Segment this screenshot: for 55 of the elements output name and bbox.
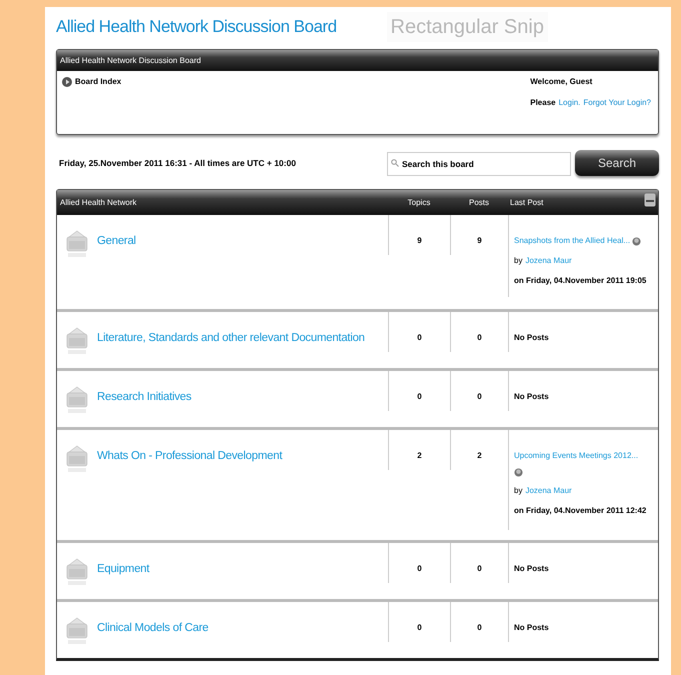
no-posts-text: No Posts xyxy=(514,333,549,342)
search-field[interactable]: Search this board xyxy=(387,152,571,176)
forum-link[interactable]: General xyxy=(97,229,136,250)
no-posts-text: No Posts xyxy=(514,623,549,632)
no-posts-text: No Posts xyxy=(514,564,549,573)
column-header: Last Post xyxy=(509,196,544,208)
forgot-login-link[interactable]: Forgot Your Login? xyxy=(583,97,651,109)
forum-link[interactable]: Literature, Standards and other relevant Documentation xyxy=(97,326,365,348)
topics-count: 2 xyxy=(417,450,422,462)
forum-link[interactable]: Equipment xyxy=(97,557,150,578)
topics-count: 0 xyxy=(417,563,422,575)
overlay-label: Rectangular Snip xyxy=(386,12,548,42)
login-link[interactable]: Login. xyxy=(558,97,580,109)
welcome-text: Welcome, Guest xyxy=(530,76,592,88)
forum-link[interactable]: Whats On - Professional Development xyxy=(97,444,282,466)
go-to-post-icon[interactable] xyxy=(514,468,523,477)
no-posts-text: No Posts xyxy=(514,392,549,401)
topics-count: 0 xyxy=(417,391,422,403)
by-label: by xyxy=(514,485,522,497)
posts-count: 0 xyxy=(477,332,482,344)
date-line: Friday, 25.November 2011 16:31 - All times are UTC + 10:00 xyxy=(59,156,296,170)
header-panel-title: Allied Health Network Discussion Board xyxy=(60,54,201,66)
column-header: Posts xyxy=(468,196,490,208)
by-label: by xyxy=(514,255,522,267)
last-post-link[interactable]: Upcoming Events Meetings 2012... xyxy=(514,450,658,462)
collapse-icon[interactable] xyxy=(644,192,656,206)
go-to-post-icon[interactable] xyxy=(632,236,642,246)
folder-icon xyxy=(66,229,88,259)
last-post-link[interactable]: Snapshots from the Allied Heal... xyxy=(514,235,630,247)
column-header: Topics xyxy=(406,196,432,208)
breadcrumb-link[interactable]: Board Index xyxy=(75,76,122,88)
last-post-date: on Friday, 04.November 2011 12:42 xyxy=(514,505,648,517)
posts-count: 0 xyxy=(477,563,482,575)
folder-icon xyxy=(66,557,88,587)
folder-icon xyxy=(66,385,88,415)
folder-icon xyxy=(66,616,88,646)
column-header: Allied Health Network xyxy=(59,196,138,208)
search-icon xyxy=(391,158,399,166)
posts-count: 0 xyxy=(477,622,482,634)
folder-icon xyxy=(66,444,88,474)
forum-link[interactable]: Clinical Models of Care xyxy=(97,616,208,638)
forum-link[interactable]: Research Initiatives xyxy=(97,385,192,406)
topics-count: 9 xyxy=(417,235,422,247)
posts-count: 9 xyxy=(477,235,482,247)
folder-icon xyxy=(66,326,88,356)
topics-count: 0 xyxy=(417,332,422,344)
author-link[interactable]: Jozena Maur xyxy=(525,255,572,267)
board-title[interactable]: Allied Health Network Discussion Board xyxy=(56,14,337,40)
posts-count: 0 xyxy=(477,391,482,403)
topics-count: 0 xyxy=(417,622,422,634)
posts-count: 2 xyxy=(477,450,482,462)
login-prompt: Please xyxy=(530,97,556,109)
author-link[interactable]: Jozena Maur xyxy=(525,485,572,497)
last-post-date: on Friday, 04.November 2011 19:05 xyxy=(514,275,648,287)
search-button[interactable]: Search xyxy=(575,150,659,176)
